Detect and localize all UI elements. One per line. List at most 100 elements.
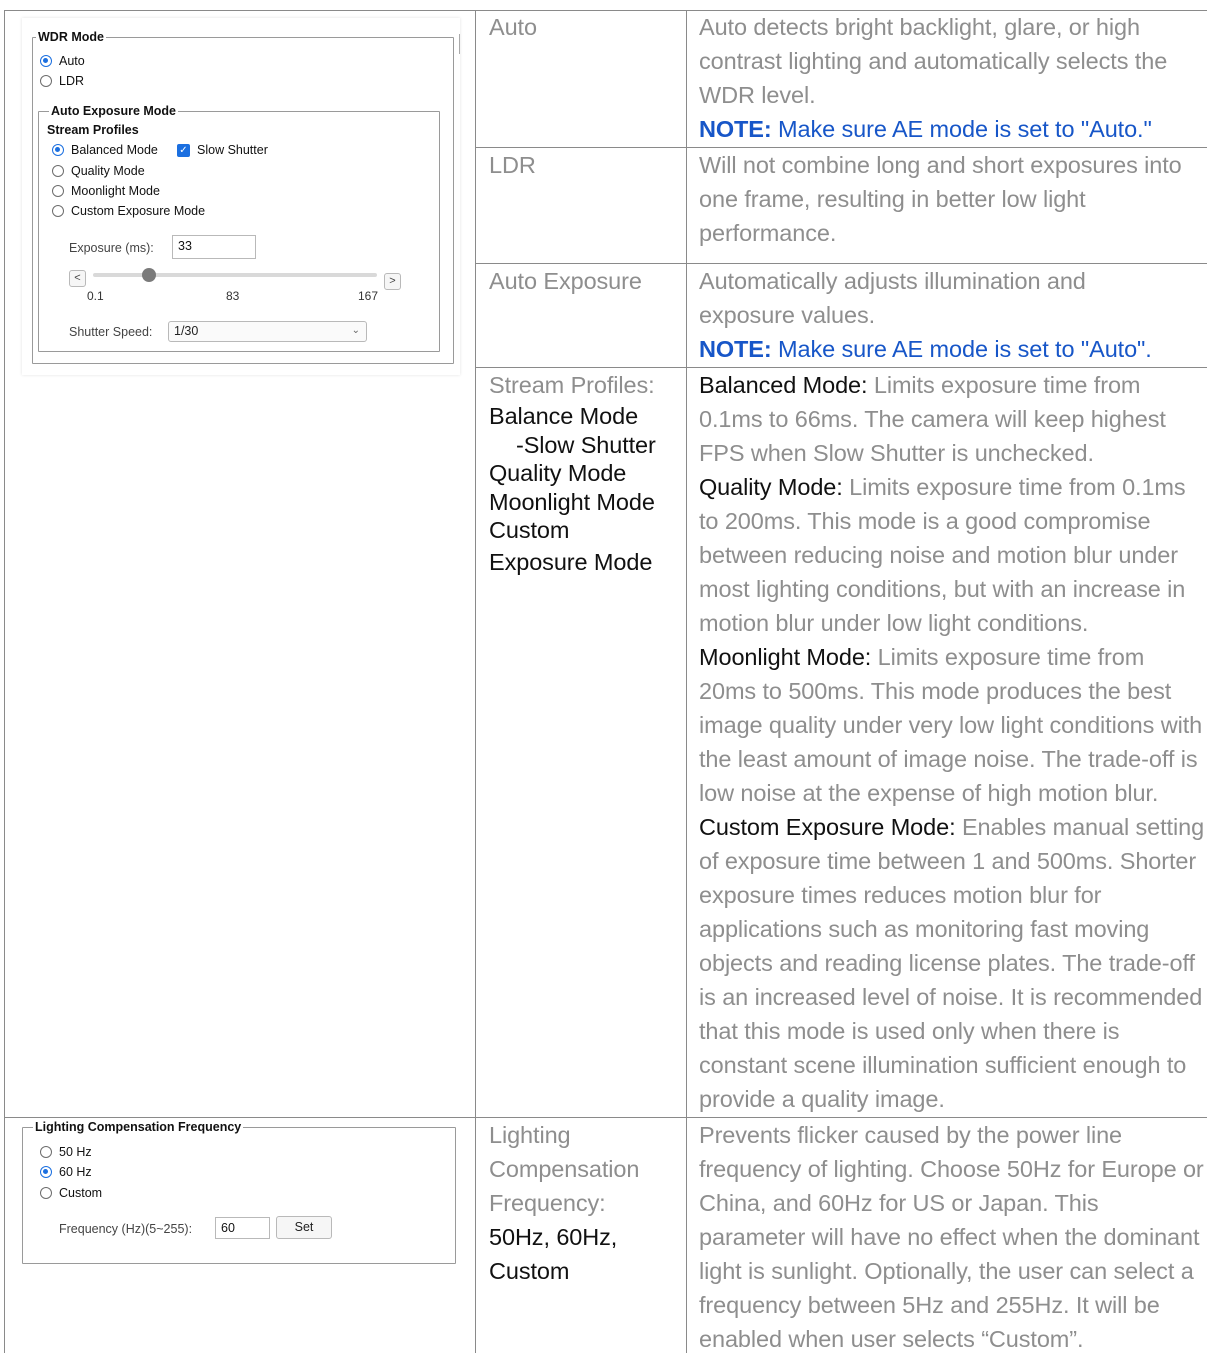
desc-line: applications such as monitoring fast mov… — [699, 916, 1150, 942]
wdr-ldr-radio[interactable]: LDR — [40, 73, 84, 89]
wdr-auto-radio[interactable]: Auto — [40, 53, 85, 69]
desc-stream-profiles: Balanced Mode: Limits exposure time from… — [699, 368, 1207, 1116]
desc-line: exposure times reduces motion blur for — [699, 882, 1102, 908]
desc-line: that this mode is used only when there i… — [699, 1018, 1120, 1044]
term-value: Custom — [489, 1258, 570, 1284]
mode-first-line: Custom Exposure Mode: Enables manual set… — [699, 810, 1207, 844]
desc-line: Prevents flicker caused by the power lin… — [699, 1122, 1123, 1148]
desc-ldr: Will not combine long and short exposure… — [699, 148, 1207, 250]
note-text: Make sure AE mode is set to "Auto." — [771, 116, 1152, 142]
term-item: Exposure Mode — [489, 548, 653, 575]
freq-60hz-radio[interactable]: 60 Hz — [40, 1164, 92, 1180]
desc-line: provide a quality image. — [699, 1086, 945, 1112]
exposure-input[interactable]: 33 — [172, 235, 256, 259]
desc-line: FPS when Slow Shutter is unchecked. — [699, 440, 1094, 466]
term-lighting-compensation: Lighting Compensation Frequency: 50Hz, 6… — [489, 1118, 675, 1288]
radio-unselected-icon[interactable] — [40, 75, 52, 87]
freq-custom-radio[interactable]: Custom — [40, 1185, 102, 1201]
desc-line: frequency of lighting. Choose 50Hz for E… — [699, 1156, 1204, 1182]
mode-name: Moonlight Mode: — [699, 644, 872, 670]
panel-scroll-mark — [459, 34, 460, 54]
radio-selected-icon[interactable] — [52, 144, 64, 156]
wdr-mode-group: WDR Mode Auto LDR Auto Exposure Mode Str… — [32, 30, 454, 364]
chevron-down-icon: ⌄ — [351, 325, 360, 336]
desc-line: most lighting conditions, but with an in… — [699, 576, 1186, 602]
desc-line: parameter will have no effect when the d… — [699, 1224, 1200, 1250]
desc-line: performance. — [699, 220, 837, 246]
stream-profiles-label: Stream Profiles — [47, 123, 139, 137]
slider-decrement-button[interactable]: < — [69, 270, 86, 287]
exposure-slider-thumb[interactable] — [141, 268, 156, 282]
term-line: Frequency: — [489, 1190, 606, 1216]
shutter-speed-label: Shutter Speed: — [69, 325, 153, 339]
radio-selected-icon[interactable] — [40, 55, 52, 67]
mode-name: Quality Mode: — [699, 474, 843, 500]
radio-unselected-icon[interactable] — [52, 165, 64, 177]
table-left-border — [4, 10, 5, 1353]
quality-mode-label: Quality Mode — [71, 164, 145, 178]
lighting-compensation-panel: Lighting Compensation Frequency 50 Hz 60… — [22, 1120, 458, 1266]
wdr-ldr-label: LDR — [59, 74, 85, 88]
desc-line: low noise at the expense of high motion … — [699, 780, 1159, 806]
shutter-speed-value: 1/30 — [174, 324, 199, 338]
freq-50hz-radio[interactable]: 50 Hz — [40, 1144, 92, 1160]
note-text: Make sure AE mode is set to "Auto". — [771, 336, 1152, 362]
moonlight-mode-label: Moonlight Mode — [71, 184, 160, 198]
desc-line: 0.1ms to 66ms. The camera will keep high… — [699, 406, 1166, 432]
exposure-slider-track[interactable] — [93, 273, 377, 277]
lighting-compensation-legend: Lighting Compensation Frequency — [33, 1120, 244, 1135]
balanced-mode-label: Balanced Mode — [71, 143, 158, 157]
term-line: Lighting — [489, 1122, 571, 1148]
mode-first-line: Quality Mode: Limits exposure time from … — [699, 470, 1207, 504]
custom-exposure-mode-label: Custom Exposure Mode — [71, 204, 206, 218]
mode-first-line: Balanced Mode: Limits exposure time from — [699, 368, 1207, 402]
desc-line: objects and reading license plates. The … — [699, 950, 1195, 976]
radio-unselected-icon[interactable] — [52, 185, 64, 197]
desc-line: between reducing noise and motion blur u… — [699, 542, 1178, 568]
desc-line: the least amount of image noise. The tra… — [699, 746, 1198, 772]
note-label: NOTE: — [699, 336, 772, 362]
note-line: NOTE: Make sure AE mode is set to "Auto"… — [699, 332, 1207, 366]
desc-line: contrast lighting and automatically sele… — [699, 48, 1168, 74]
custom-exposure-mode-radio[interactable]: Custom Exposure Mode — [52, 203, 205, 219]
slow-shutter-checkbox[interactable]: ✓ Slow Shutter — [177, 142, 268, 158]
desc-lighting-compensation: Prevents flicker caused by the power lin… — [699, 1118, 1207, 1353]
auto-exposure-legend: Auto Exposure Mode — [49, 104, 179, 119]
balanced-mode-radio[interactable]: Balanced Mode — [52, 142, 158, 158]
term-item: Balance Mode — [489, 403, 639, 429]
term-item: -Slow Shutter — [516, 431, 656, 458]
freq-60hz-label: 60 Hz — [59, 1165, 92, 1179]
desc-line: light is sunlight. Optionally, the user … — [699, 1258, 1194, 1284]
radio-selected-icon[interactable] — [40, 1166, 52, 1178]
term-item: Moonlight Mode — [489, 488, 655, 515]
radio-unselected-icon[interactable] — [40, 1187, 52, 1199]
term-item: Custom — [489, 517, 570, 543]
desc-line: one frame, resulting in better low light — [699, 186, 1086, 212]
quality-mode-radio[interactable]: Quality Mode — [52, 163, 145, 179]
desc-line: 20ms to 500ms. This mode produces the be… — [699, 678, 1172, 704]
note-line: NOTE: Make sure AE mode is set to "Auto.… — [699, 112, 1207, 146]
moonlight-mode-radio[interactable]: Moonlight Mode — [52, 183, 160, 199]
desc-line: Limits exposure time from 0.1ms — [842, 474, 1186, 500]
term-item: Quality Mode — [489, 460, 627, 486]
shutter-speed-select[interactable]: 1/30 ⌄ — [168, 321, 367, 342]
freq-50hz-label: 50 Hz — [59, 1145, 92, 1159]
desc-line: frequency between 5Hz and 255Hz. It will… — [699, 1292, 1160, 1318]
auto-exposure-group: Auto Exposure Mode Stream Profiles Balan… — [38, 104, 440, 352]
checkbox-checked-icon[interactable]: ✓ — [177, 143, 190, 157]
desc-auto: Auto detects bright backlight, glare, or… — [699, 10, 1207, 146]
frequency-label: Frequency (Hz)(5~255): — [59, 1222, 193, 1236]
slider-increment-button[interactable]: > — [384, 273, 401, 290]
exposure-label: Exposure (ms): — [69, 241, 154, 255]
frequency-input[interactable]: 60 — [215, 1217, 270, 1239]
freq-custom-label: Custom — [59, 1186, 103, 1200]
mode-first-line: Moonlight Mode: Limits exposure time fro… — [699, 640, 1207, 674]
set-button[interactable]: Set — [276, 1216, 332, 1239]
desc-line: is an increased level of noise. It is re… — [699, 984, 1203, 1010]
radio-unselected-icon[interactable] — [40, 1146, 52, 1158]
radio-unselected-icon[interactable] — [52, 205, 64, 217]
slow-shutter-label: Slow Shutter — [197, 143, 268, 157]
wdr-mode-legend: WDR Mode — [36, 30, 106, 45]
term-ldr: LDR — [489, 152, 536, 178]
desc-line: Will not combine long and short exposure… — [699, 152, 1182, 178]
